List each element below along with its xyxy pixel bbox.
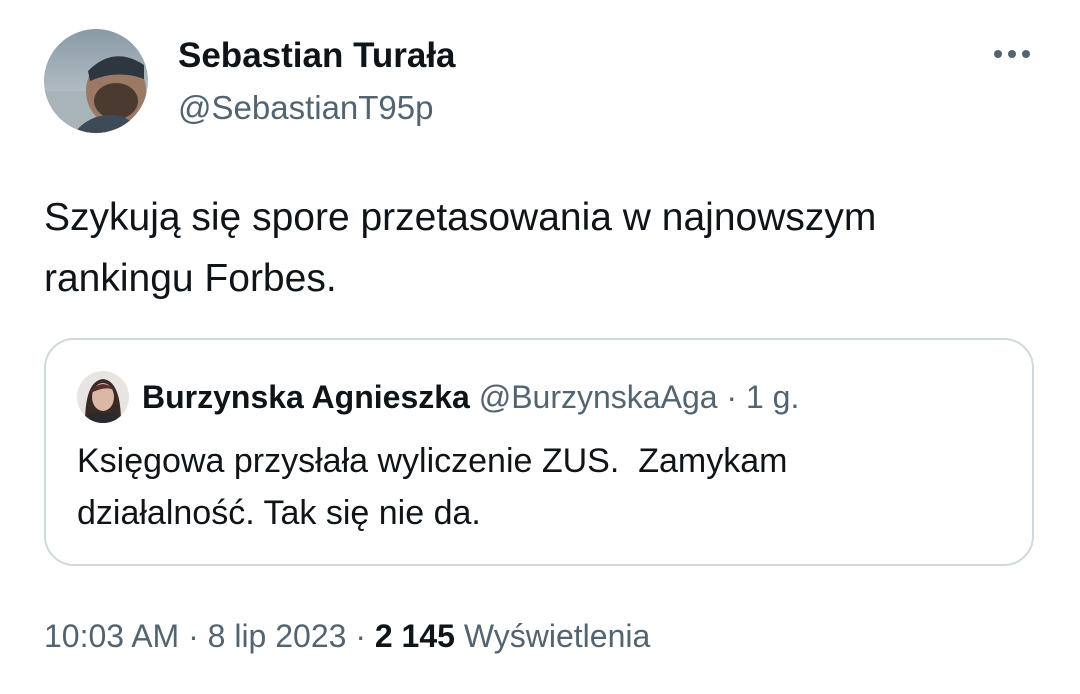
quoted-separator: · [726, 379, 738, 415]
tweet-text: Szykują się spore przetasowania w najnow… [44, 196, 877, 300]
tweet-time[interactable]: 10:03 AM [44, 618, 179, 654]
tweet-date[interactable]: 8 lip 2023 [208, 618, 347, 654]
author-display-name[interactable]: Sebastian Turała [178, 36, 456, 76]
more-options-button[interactable] [986, 32, 1038, 76]
views-label[interactable]: Wyświetlenia [464, 618, 650, 654]
quoted-author-avatar[interactable] [77, 371, 129, 423]
meta-separator: · [355, 618, 366, 654]
quoted-tweet-header: Burzynska Agnieszka @BurzynskaAga · 1 g. [142, 378, 799, 416]
quoted-author-handle[interactable]: @BurzynskaAga [479, 379, 718, 415]
quoted-tweet-card[interactable]: Burzynska Agnieszka @BurzynskaAga · 1 g.… [44, 338, 1034, 566]
more-horizontal-icon [994, 50, 1030, 58]
author-handle[interactable]: @SebastianT95p [178, 88, 434, 128]
tweet-metadata: 10:03 AM · 8 lip 2023 · 2 145 Wyświetlen… [44, 614, 650, 658]
quoted-tweet-time[interactable]: 1 g. [746, 379, 799, 415]
author-avatar-image [44, 29, 148, 133]
views-count[interactable]: 2 145 [375, 618, 455, 654]
meta-separator: · [188, 618, 199, 654]
quoted-tweet-text: Księgowa przysłała wyliczenie ZUS. Zamyk… [77, 442, 788, 532]
quoted-author-name[interactable]: Burzynska Agnieszka [142, 379, 470, 415]
author-avatar[interactable] [44, 29, 148, 133]
quoted-author-avatar-image [77, 371, 129, 423]
